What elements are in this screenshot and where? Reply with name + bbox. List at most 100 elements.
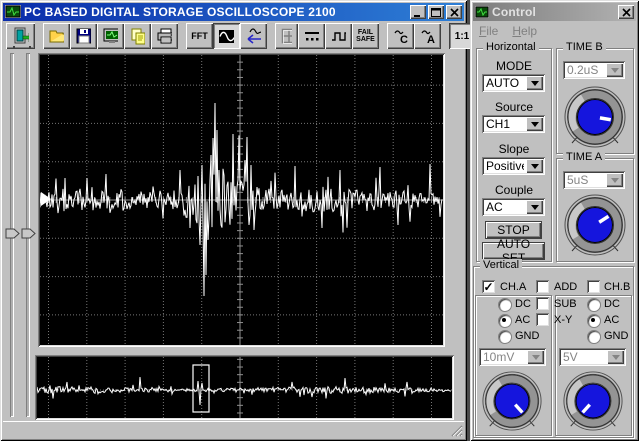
line-style-button[interactable] — [298, 23, 325, 49]
minimize-icon — [413, 8, 423, 17]
copy-button[interactable] — [124, 23, 151, 49]
slider-b-zero-mark — [29, 46, 31, 48]
add-checkbox[interactable] — [536, 280, 549, 293]
ch-a-gnd-label: GND — [515, 330, 539, 342]
failsafe-line2: SAFE — [356, 36, 375, 43]
couple-label: Couple — [477, 183, 551, 197]
save-button[interactable] — [70, 23, 97, 49]
ch-a-range-select: 10mV — [479, 348, 546, 366]
horizontal-group: Horizontal MODE AUTO Source CH1 Slope Po… — [476, 48, 552, 262]
ch-a-gnd-radio[interactable] — [498, 330, 512, 344]
svg-text:A: A — [427, 34, 435, 44]
channel-a-position-thumb[interactable] — [5, 228, 20, 239]
add-label: ADD — [554, 281, 577, 293]
time-a-group-label: TIME A — [563, 151, 605, 163]
time-b-knob[interactable] — [563, 85, 627, 149]
ch-a-range-value: 10mV — [479, 348, 525, 366]
ch-a-dc-radio[interactable] — [498, 298, 512, 312]
ch-b-gain-knob[interactable] — [562, 370, 624, 432]
control-close-button[interactable] — [618, 5, 634, 19]
grid-toggle-button[interactable] — [275, 23, 298, 49]
couple-select[interactable]: AC — [482, 198, 545, 216]
slider-thumb-icon — [5, 228, 20, 239]
fft-label: FFT — [191, 31, 208, 41]
couple-dropdown-button[interactable] — [526, 200, 543, 214]
control-window: Control File Help Horizontal MODE AUTO S… — [470, 0, 639, 441]
close-button[interactable] — [446, 5, 462, 19]
ch-b-ac-radio[interactable] — [587, 314, 601, 328]
pulse-button[interactable] — [325, 23, 352, 49]
vertical-group-label: Vertical — [480, 259, 522, 271]
display-capture-button[interactable] — [97, 23, 124, 49]
save-icon — [76, 28, 91, 44]
print-button[interactable] — [151, 23, 178, 49]
main-toolbar: FFT — [3, 22, 464, 50]
chevron-down-icon — [531, 205, 539, 214]
ch-a-gain-knob[interactable] — [481, 370, 543, 432]
time-b-group: TIME B 0.2uS — [556, 48, 634, 154]
close-icon — [450, 8, 459, 17]
mode-select[interactable]: AUTO — [482, 74, 545, 92]
ch-b-dc-radio[interactable] — [587, 298, 601, 312]
maximize-button[interactable] — [428, 5, 444, 19]
failsafe-button[interactable]: FAIL SAFE — [352, 23, 379, 49]
trigger-arrow-icon — [246, 28, 261, 44]
slider-a-zero-mark — [13, 46, 15, 48]
line-style-icon — [304, 30, 319, 42]
menu-file[interactable]: File — [479, 24, 498, 38]
source-label: Source — [477, 100, 551, 114]
print-icon — [157, 28, 172, 44]
ch-b-range-select: 5V — [559, 348, 626, 366]
fft-button[interactable]: FFT — [186, 23, 213, 49]
mode-dropdown-button[interactable] — [526, 76, 543, 90]
failsafe-label: FAIL SAFE — [356, 29, 375, 43]
xy-label: X-Y — [554, 314, 572, 326]
desktop: { "main_window": { "title": "PC BASED DI… — [0, 0, 639, 441]
time-a-dropdown-button — [606, 173, 623, 187]
slope-dropdown-button[interactable] — [526, 159, 543, 173]
maximize-icon — [431, 8, 441, 17]
channel-b-position-thumb[interactable] — [21, 228, 36, 239]
slope-label: Slope — [477, 142, 551, 156]
xy-checkbox[interactable] — [536, 313, 549, 326]
time-b-value: 0.2uS — [563, 61, 604, 79]
main-scope-display[interactable] — [38, 53, 445, 347]
slope-select[interactable]: Positive — [482, 157, 545, 175]
auto-set-button[interactable]: AUTO SET — [482, 242, 545, 260]
resize-grip[interactable] — [450, 424, 463, 437]
time-a-select: 5uS — [563, 171, 625, 189]
close-icon — [622, 8, 631, 17]
sine-display-button[interactable] — [213, 23, 240, 49]
ch-a-ac-radio[interactable] — [498, 314, 512, 328]
main-titlebar[interactable]: PC BASED DIGITAL STORAGE OSCILLOSCOPE 21… — [3, 3, 464, 21]
horizontal-group-label: Horizontal — [483, 41, 539, 53]
source-dropdown-button[interactable] — [526, 117, 543, 131]
sub-checkbox[interactable] — [536, 297, 549, 310]
control-titlebar[interactable]: Control — [473, 3, 636, 21]
time-b-dropdown-button — [606, 63, 623, 77]
tilde-c-button[interactable]: C — [387, 23, 414, 49]
source-select[interactable]: CH1 — [482, 115, 545, 133]
ch-b-dc-label: DC — [604, 298, 620, 310]
ch-a-dc-label: DC — [515, 298, 531, 310]
ch-b-gnd-radio[interactable] — [587, 330, 601, 344]
time-a-knob[interactable] — [563, 193, 627, 257]
trigger-arrow-button[interactable] — [240, 23, 267, 49]
chevron-down-icon — [531, 81, 539, 90]
grid-icon — [281, 28, 292, 44]
slider-thumb-icon — [21, 228, 36, 239]
chevron-down-icon — [532, 355, 540, 364]
ch-a-checkbox[interactable]: ✓ — [482, 280, 495, 293]
tilde-a-button[interactable]: A — [414, 23, 441, 49]
ch-b-checkbox[interactable] — [587, 280, 600, 293]
chevron-down-icon — [531, 122, 539, 131]
ch-a-label: CH.A — [500, 281, 526, 293]
minimize-button[interactable] — [410, 5, 426, 19]
overview-scope-display[interactable] — [35, 355, 454, 420]
tilde-c-icon: C — [393, 28, 408, 44]
time-b-select: 0.2uS — [563, 61, 625, 79]
menu-help[interactable]: Help — [512, 24, 537, 38]
couple-value: AC — [482, 198, 524, 216]
open-button[interactable] — [43, 23, 70, 49]
ch-b-ac-label: AC — [604, 314, 619, 326]
